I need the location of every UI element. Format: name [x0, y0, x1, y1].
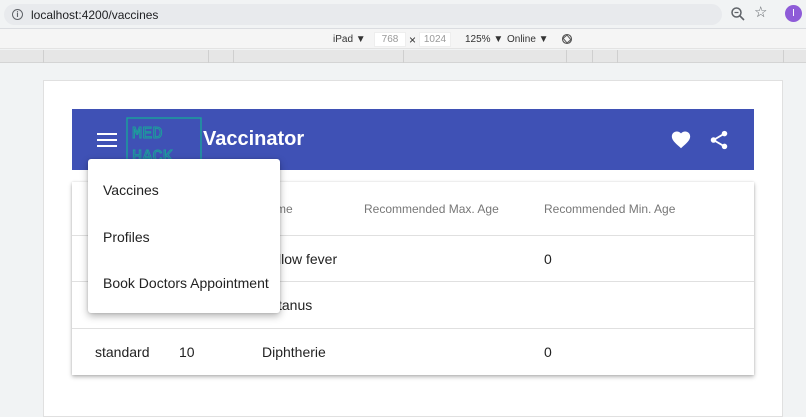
width-input[interactable]: 768 [374, 32, 406, 47]
svg-text:MED: MED [132, 125, 163, 144]
cell-name: Diphtherie [262, 344, 326, 360]
dimension-separator: × [409, 33, 417, 47]
row-divider [72, 328, 754, 329]
menu-icon[interactable] [97, 133, 117, 147]
profile-avatar[interactable]: I [785, 5, 802, 22]
network-select[interactable]: Online ▼ [507, 34, 549, 45]
url-text[interactable]: localhost:4200/vaccines [31, 8, 158, 22]
browser-address-bar: i localhost:4200/vaccines ☆ I [0, 0, 806, 28]
rotate-icon[interactable] [561, 33, 573, 45]
heart-icon[interactable] [670, 129, 692, 151]
column-header-min-age[interactable]: Recommended Min. Age [544, 202, 675, 216]
zoom-icon[interactable] [730, 6, 746, 22]
cell-number: 10 [179, 344, 195, 360]
app-title: Vaccinator [203, 128, 305, 150]
bookmark-star-icon[interactable]: ☆ [754, 5, 767, 21]
menu-item-vaccines[interactable]: Vaccines [103, 182, 159, 198]
menu-item-profiles[interactable]: Profiles [103, 229, 150, 245]
nav-dropdown-menu: Vaccines Profiles Book Doctors Appointme… [88, 159, 280, 313]
cell-min-age: 0 [544, 344, 552, 360]
zoom-select[interactable]: 125% ▼ [465, 34, 503, 45]
cell-name: llow fever [278, 251, 338, 267]
cell-min-age: 0 [544, 251, 552, 267]
device-toolbar: iPad ▼ 768 × 1024 125% ▼ Online ▼ [0, 28, 806, 49]
url-field[interactable]: i localhost:4200/vaccines [4, 4, 722, 25]
media-query-ruler [0, 50, 806, 63]
device-select[interactable]: iPad ▼ [333, 34, 366, 45]
column-header-max-age[interactable]: Recommended Max. Age [364, 202, 499, 216]
menu-item-book-appointment[interactable]: Book Doctors Appointment [103, 275, 269, 291]
info-icon[interactable]: i [12, 9, 23, 20]
cell-name: tanus [278, 297, 313, 313]
share-icon[interactable] [708, 129, 730, 151]
height-input[interactable]: 1024 [419, 32, 451, 47]
cell-type: standard [95, 344, 150, 360]
